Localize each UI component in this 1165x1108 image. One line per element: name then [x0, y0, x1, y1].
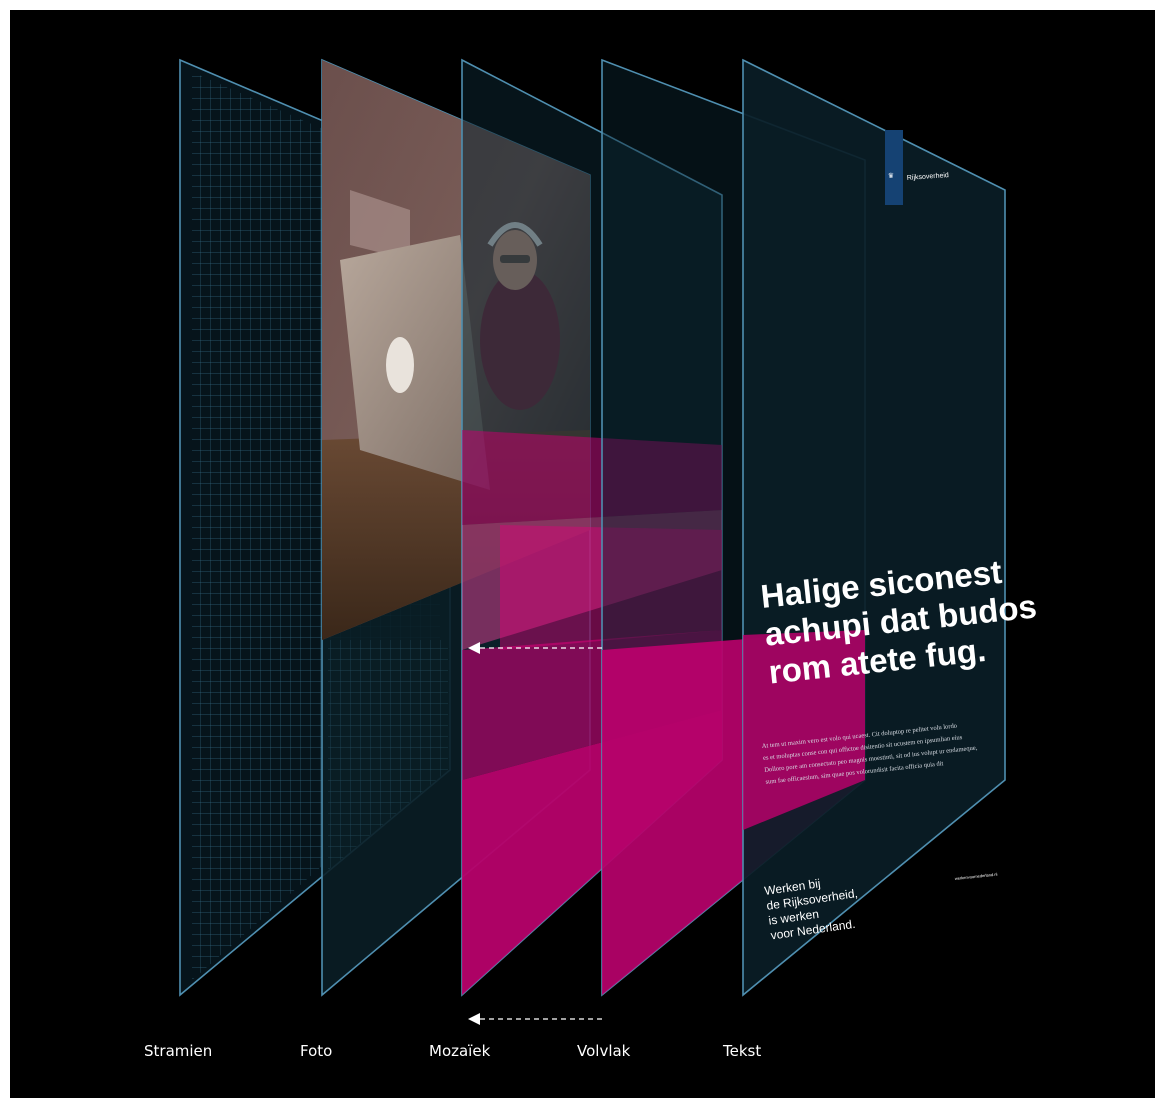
label-tekst: Tekst — [722, 1042, 761, 1060]
svg-text:♛: ♛ — [888, 172, 895, 180]
label-stramien: Stramien — [144, 1042, 212, 1060]
layer-tekst: ♛ Rijksoverheid Halige siconest achupi d… — [742, 58, 1038, 997]
label-volvlak: Volvlak — [577, 1042, 631, 1060]
diagram-canvas: ♛ Rijksoverheid Halige siconest achupi d… — [10, 10, 1155, 1098]
arrow-volvlak-to-mozaiek-bottom — [468, 1013, 602, 1025]
rijksoverheid-logo — [885, 130, 903, 205]
label-foto: Foto — [300, 1042, 332, 1060]
poster-url: werkenvoornederland.nl — [955, 872, 998, 881]
layer-stack-diagram: ♛ Rijksoverheid Halige siconest achupi d… — [144, 58, 1038, 1060]
label-mozaiek: Mozaïek — [429, 1042, 491, 1060]
